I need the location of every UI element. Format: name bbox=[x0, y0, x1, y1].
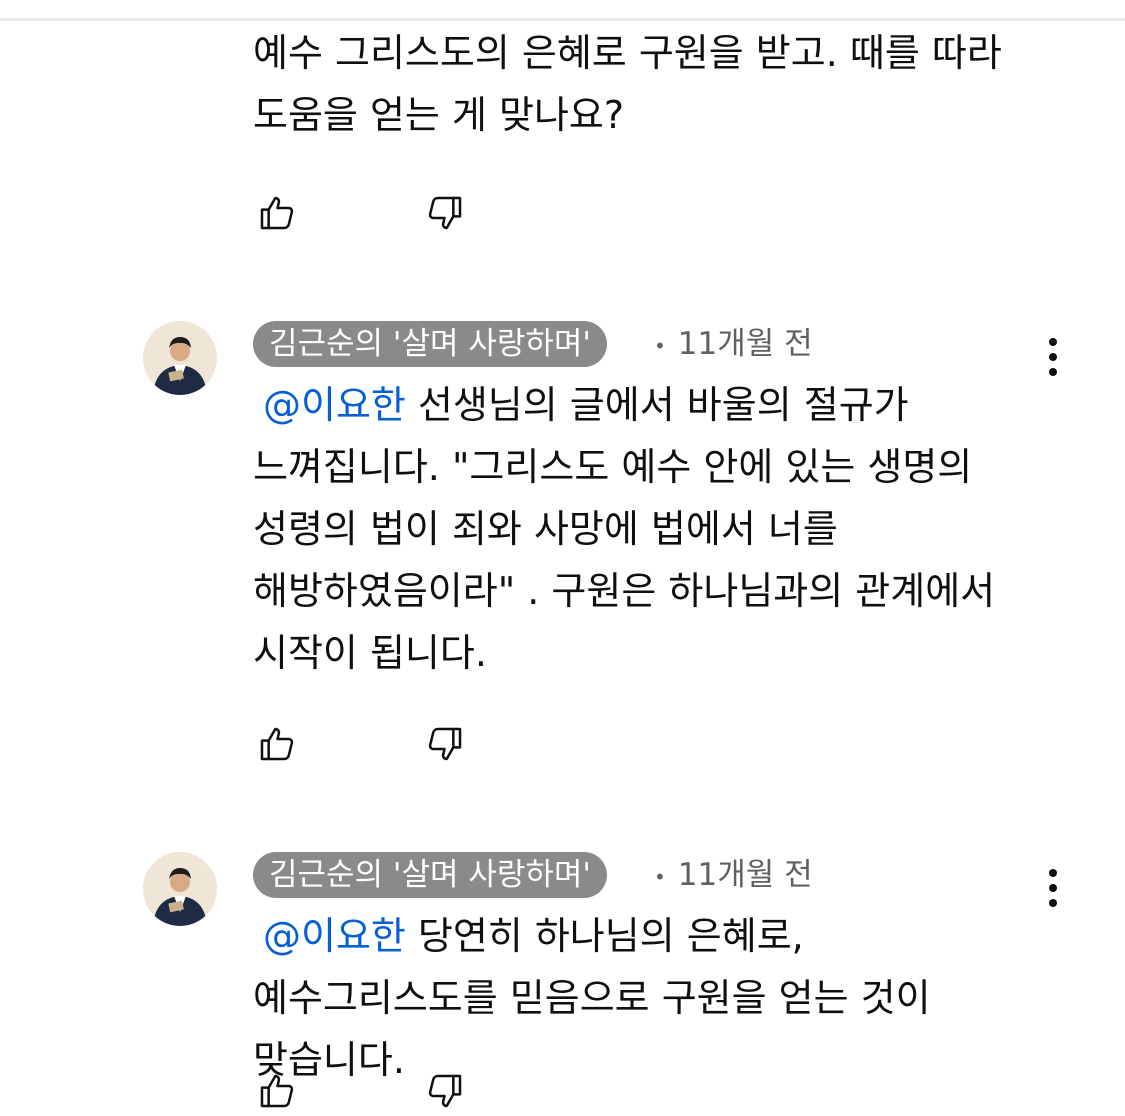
more-vert-icon-dot bbox=[1049, 353, 1057, 361]
thumbs-down-icon bbox=[428, 1074, 462, 1108]
comment-meta: • 11개월 전 bbox=[654, 321, 813, 367]
like-button[interactable] bbox=[252, 188, 302, 238]
author-name-badge[interactable]: 김근순의 '살며 사랑하며' bbox=[253, 852, 607, 898]
comment-time: 11개월 전 bbox=[677, 326, 813, 362]
like-button[interactable] bbox=[252, 1066, 302, 1116]
more-vert-icon-dot bbox=[1049, 338, 1057, 346]
more-vert-icon-dot bbox=[1049, 869, 1057, 877]
meta-separator: • bbox=[654, 864, 666, 889]
more-vert-icon-dot bbox=[1049, 899, 1057, 907]
dislike-button[interactable] bbox=[420, 1066, 470, 1116]
more-vert-icon-dot bbox=[1049, 884, 1057, 892]
thumbs-down-icon bbox=[428, 196, 462, 230]
thumbs-up-icon bbox=[260, 1074, 294, 1108]
dislike-button[interactable] bbox=[420, 188, 470, 238]
meta-separator: • bbox=[654, 333, 666, 358]
thumbs-up-icon bbox=[260, 727, 294, 761]
mention-link[interactable]: @이요한 bbox=[263, 914, 406, 958]
comment-text: 예수 그리스도의 은혜로 구원을 받고. 때를 따라 도움을 얻는 게 맞나요? bbox=[253, 31, 1014, 137]
mention-link[interactable]: @이요한 bbox=[263, 383, 406, 427]
avatar[interactable] bbox=[143, 321, 217, 395]
avatar[interactable] bbox=[143, 852, 217, 926]
thumbs-up-icon bbox=[260, 196, 294, 230]
author-name-badge[interactable]: 김근순의 '살며 사랑하며' bbox=[253, 321, 607, 367]
more-vert-icon-dot bbox=[1049, 368, 1057, 376]
thumbs-down-icon bbox=[428, 727, 462, 761]
comments-panel: 예수 그리스도의 은혜로 구원을 받고. 때를 따라 도움을 얻는 게 맞나요? bbox=[0, 0, 1125, 1116]
comment-time: 11개월 전 bbox=[677, 857, 813, 893]
comment-text: @이요한 당연히 하나님의 은혜로, 예수그리스도를 믿음으로 구원을 얻는 것이… bbox=[253, 905, 1043, 1091]
comment-text: @이요한 선생님의 글에서 바울의 절규가 느껴집니다. "그리스도 예수 안에 … bbox=[253, 374, 1043, 684]
comment-meta: • 11개월 전 bbox=[654, 852, 813, 898]
like-button[interactable] bbox=[252, 719, 302, 769]
avatar-photo bbox=[143, 321, 217, 395]
dislike-button[interactable] bbox=[420, 719, 470, 769]
avatar-photo bbox=[143, 852, 217, 926]
top-divider bbox=[0, 18, 1125, 21]
